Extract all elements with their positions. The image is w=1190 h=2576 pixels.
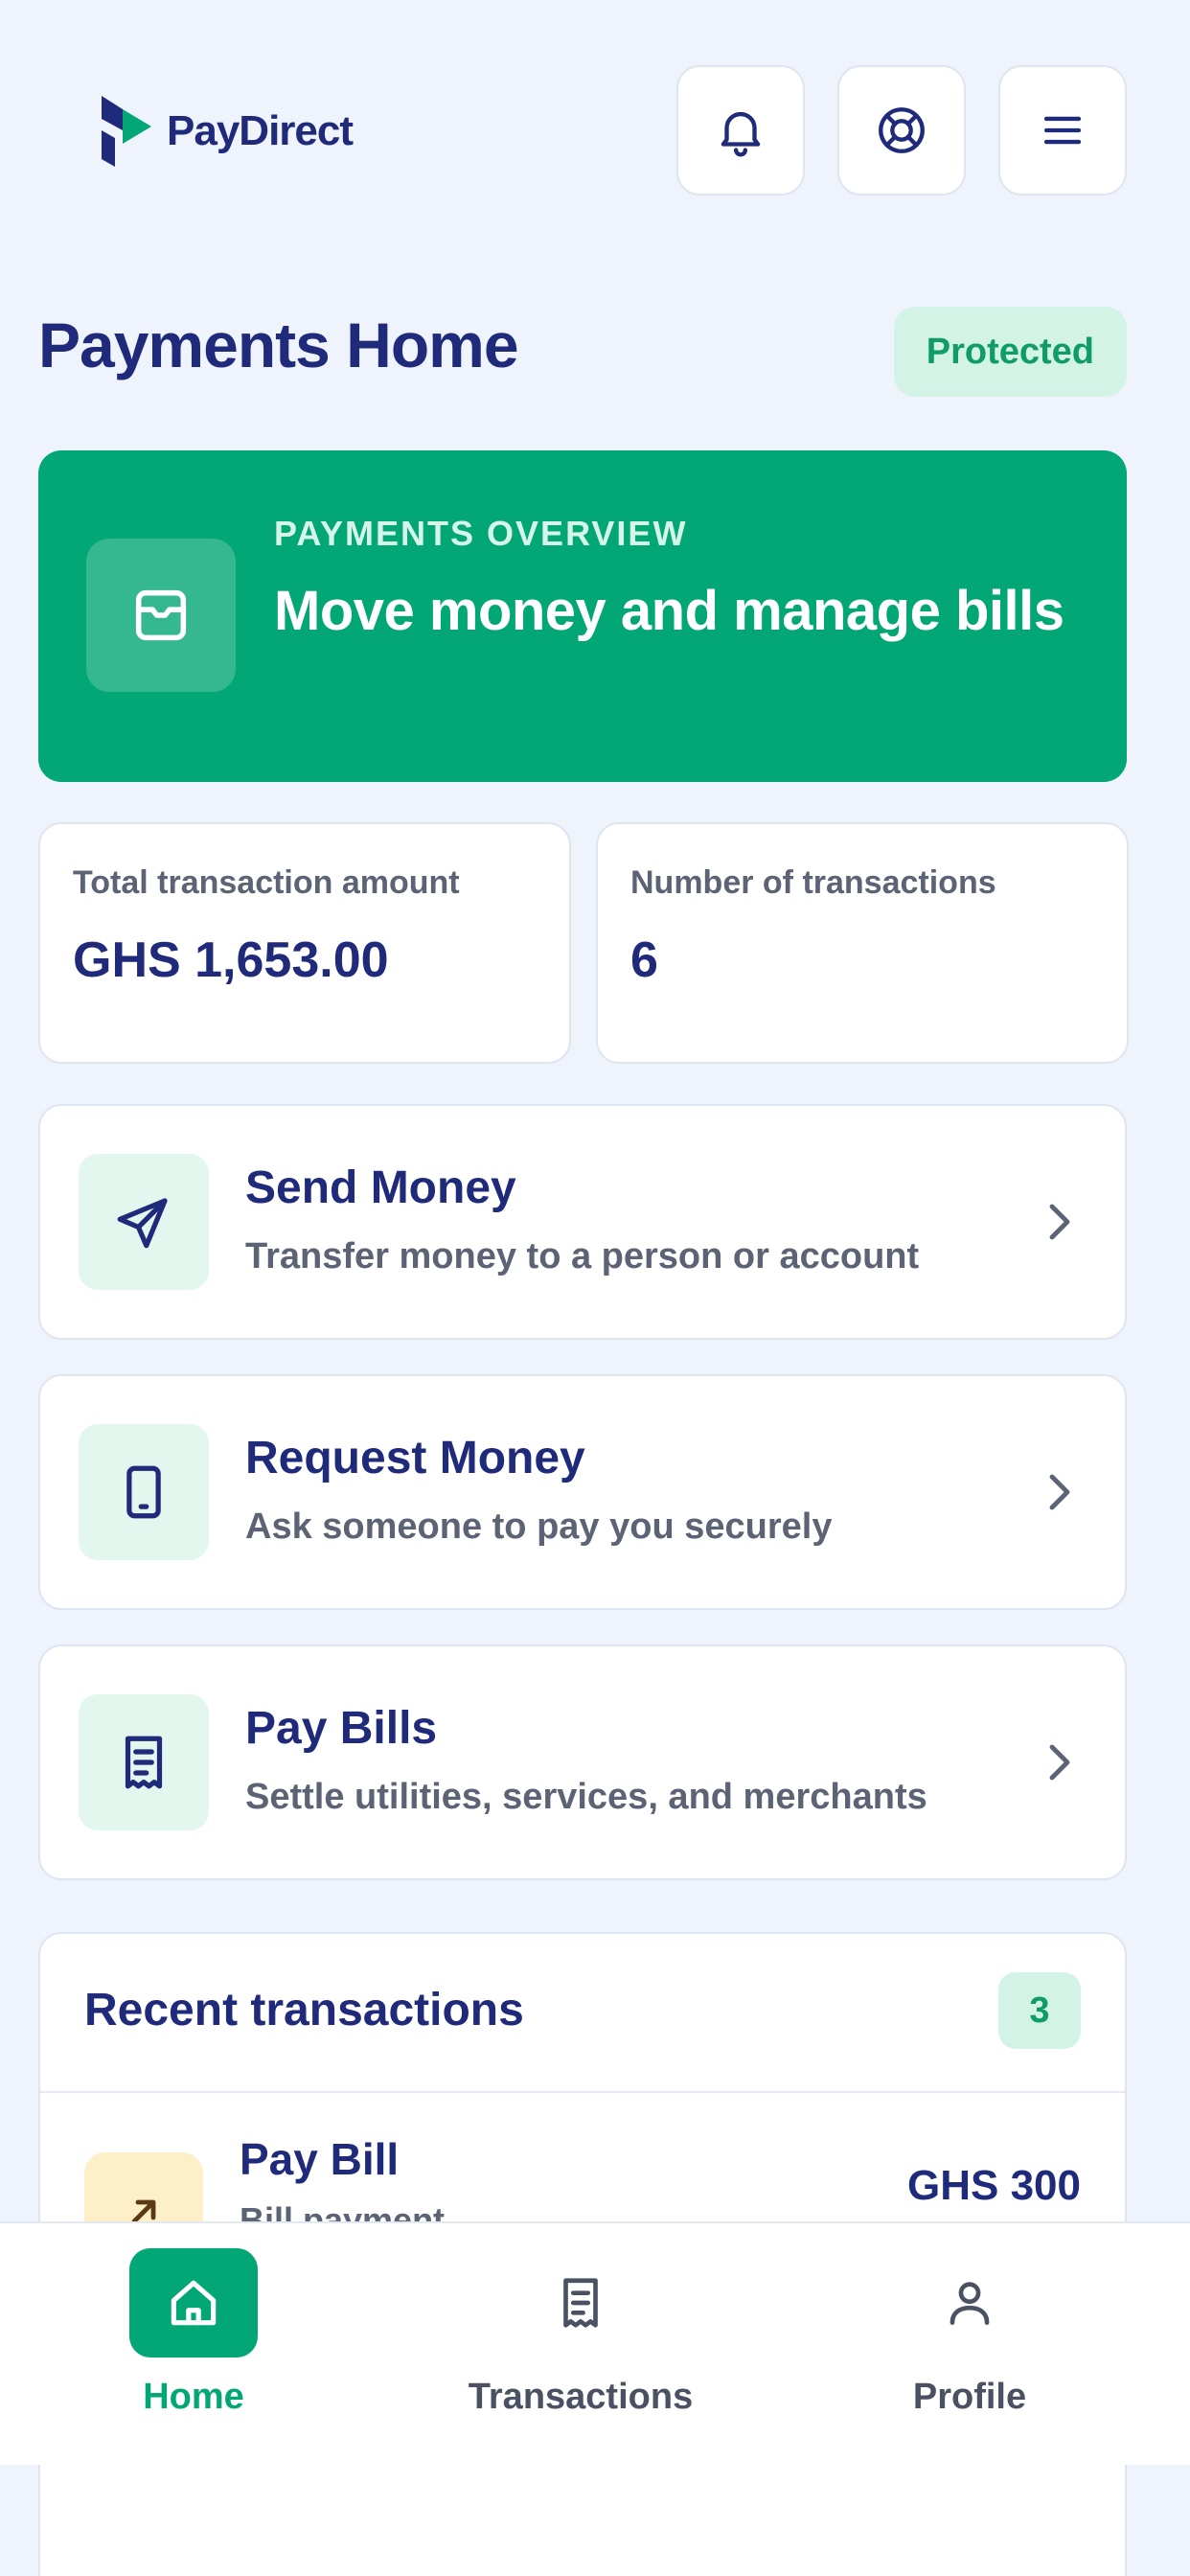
nav-profile-pill xyxy=(905,2248,1034,2358)
nav-label: Home xyxy=(143,2377,244,2417)
transaction-title: Pay Bill xyxy=(240,2134,400,2184)
phone-icon xyxy=(126,1465,161,1519)
user-icon xyxy=(950,2282,990,2325)
overview-icon-tile xyxy=(86,539,236,692)
receipt-icon xyxy=(563,2278,598,2328)
pay-bills-card[interactable]: Pay Bills Settle utilities, services, an… xyxy=(38,1644,1127,1880)
page-title: Payments Home xyxy=(38,310,519,380)
brand-logo[interactable]: PayDirect xyxy=(96,92,354,171)
stat-card-total-amount: Total transaction amount GHS 1,653.00 xyxy=(38,822,571,1064)
support-button[interactable] xyxy=(837,65,966,196)
chevron-right-icon xyxy=(1049,1744,1070,1781)
chevron-right-icon xyxy=(1049,1204,1070,1240)
nav-home-pill xyxy=(129,2248,258,2358)
action-icon-tile xyxy=(79,1694,209,1830)
payments-overview-banner: PAYMENTS OVERVIEW Move money and manage … xyxy=(38,450,1127,782)
nav-item-transactions[interactable]: Transactions xyxy=(437,2248,724,2440)
payments-home-screen: PayDirect Payments Home Protected PAYMEN… xyxy=(0,0,1190,2576)
lifebuoy-icon xyxy=(879,107,925,153)
action-title: Request Money xyxy=(245,1433,585,1484)
menu-button[interactable] xyxy=(998,65,1127,196)
transaction-amount: GHS 300 xyxy=(907,2162,1081,2209)
chevron-right-icon xyxy=(1049,1474,1070,1510)
stat-value: GHS 1,653.00 xyxy=(73,932,389,988)
action-subtitle: Transfer money to a person or account xyxy=(245,1236,920,1276)
paydirect-logo-icon xyxy=(102,96,151,167)
divider xyxy=(40,2091,1125,2093)
action-subtitle: Settle utilities, services, and merchant… xyxy=(245,1777,927,1817)
action-icon-tile xyxy=(79,1154,209,1290)
nav-label: Transactions xyxy=(468,2377,694,2417)
nav-transactions-pill xyxy=(516,2248,645,2358)
action-title: Pay Bills xyxy=(245,1703,438,1754)
recent-count-badge: 3 xyxy=(998,1972,1081,2049)
send-icon xyxy=(117,1198,168,1249)
brand-name: PayDirect xyxy=(167,107,354,154)
overview-title: Move money and manage bills xyxy=(274,580,1064,642)
nav-item-home[interactable]: Home xyxy=(50,2248,337,2440)
bottom-navigation: Home Transactions Profile xyxy=(0,2221,1190,2465)
send-money-card[interactable]: Send Money Transfer money to a person or… xyxy=(38,1104,1127,1340)
notifications-button[interactable] xyxy=(676,65,805,196)
recent-transactions-title: Recent transactions xyxy=(84,1985,524,2036)
menu-icon xyxy=(1043,116,1082,145)
stat-value: 6 xyxy=(630,932,658,988)
bell-icon xyxy=(721,111,761,157)
action-title: Send Money xyxy=(245,1162,516,1213)
action-subtitle: Ask someone to pay you securely xyxy=(245,1506,833,1547)
request-money-card[interactable]: Request Money Ask someone to pay you sec… xyxy=(38,1374,1127,1610)
nav-item-profile[interactable]: Profile xyxy=(826,2248,1113,2440)
action-icon-tile xyxy=(79,1424,209,1560)
overview-kicker: PAYMENTS OVERVIEW xyxy=(274,514,688,553)
protected-status-badge: Protected xyxy=(893,307,1127,397)
stat-card-transaction-count: Number of transactions 6 xyxy=(596,822,1129,1064)
stat-label: Total transaction amount xyxy=(73,864,460,901)
wallet-icon xyxy=(135,589,187,641)
receipt-icon xyxy=(125,1736,163,1789)
stat-label: Number of transactions xyxy=(630,864,996,901)
home-icon xyxy=(171,2280,217,2326)
nav-label: Profile xyxy=(912,2377,1027,2417)
